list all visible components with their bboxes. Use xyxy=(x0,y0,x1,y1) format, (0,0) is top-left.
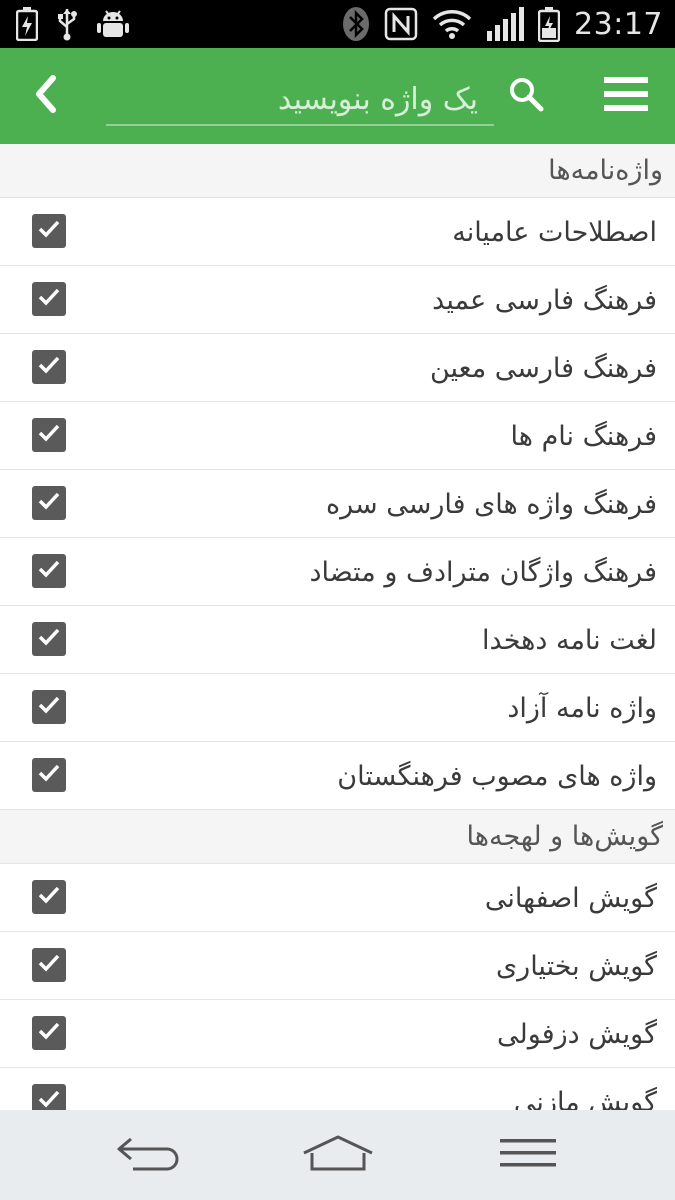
checkbox[interactable] xyxy=(32,554,66,588)
dictionary-list[interactable]: واژه‌نامه‌ها اصطلاحات عامیانه فرهنگ فارس… xyxy=(0,144,675,1110)
checkmark-icon xyxy=(36,352,62,382)
checkbox[interactable] xyxy=(32,690,66,724)
usb-icon xyxy=(56,7,78,41)
checkbox[interactable] xyxy=(32,948,66,982)
list-item[interactable]: فرهنگ فارسی معین xyxy=(0,334,675,402)
item-label: گویش بختیاری xyxy=(496,950,657,982)
item-label: فرهنگ فارسی عمید xyxy=(432,284,657,316)
section-header-dictionaries: واژه‌نامه‌ها xyxy=(0,144,675,198)
menu-button[interactable] xyxy=(595,70,657,122)
item-label: فرهنگ فارسی معین xyxy=(429,352,657,384)
checkmark-icon xyxy=(36,692,62,722)
list-item[interactable]: فرهنگ فارسی عمید xyxy=(0,266,675,334)
list-item[interactable]: گویش بختیاری xyxy=(0,932,675,1000)
checkmark-icon xyxy=(36,488,62,518)
clock: 23:17 xyxy=(574,6,663,42)
list-item[interactable]: گویش اصفهانی xyxy=(0,864,675,932)
search-icon xyxy=(508,76,544,116)
list-item[interactable]: واژه نامه آزاد xyxy=(0,674,675,742)
checkmark-icon xyxy=(36,950,62,980)
list-item[interactable]: اصطلاحات عامیانه xyxy=(0,198,675,266)
item-label: فرهنگ نام ها xyxy=(510,420,657,452)
checkbox[interactable] xyxy=(32,622,66,656)
list-item[interactable]: لغت نامه دهخدا xyxy=(0,606,675,674)
back-button[interactable] xyxy=(20,70,72,122)
search-button[interactable] xyxy=(500,70,552,122)
search-input[interactable] xyxy=(106,74,494,126)
list-item[interactable]: فرهنگ نام ها xyxy=(0,402,675,470)
menu-icon xyxy=(602,74,650,118)
checkmark-icon xyxy=(36,760,62,790)
checkbox[interactable] xyxy=(32,214,66,248)
checkmark-icon xyxy=(36,284,62,314)
checkmark-icon xyxy=(36,882,62,912)
nav-menu-button[interactable] xyxy=(488,1130,568,1180)
checkmark-icon xyxy=(36,624,62,654)
checkbox[interactable] xyxy=(32,1084,66,1110)
checkbox[interactable] xyxy=(32,758,66,792)
home-icon xyxy=(300,1133,376,1177)
bluetooth-icon xyxy=(342,6,370,42)
checkmark-icon xyxy=(36,556,62,586)
checkmark-icon xyxy=(36,420,62,450)
back-chevron-icon xyxy=(31,74,61,118)
status-bar: 23:17 xyxy=(0,0,675,48)
list-item[interactable]: واژه های مصوب فرهنگستان xyxy=(0,742,675,810)
item-label: فرهنگ واژگان مترادف و متضاد xyxy=(309,556,657,588)
back-icon xyxy=(113,1133,183,1177)
android-debug-icon xyxy=(96,7,130,41)
item-label: واژه نامه آزاد xyxy=(507,692,657,724)
checkbox[interactable] xyxy=(32,350,66,384)
list-item[interactable]: گویش دزفولی xyxy=(0,1000,675,1068)
item-label: گویش مازنی xyxy=(513,1086,657,1111)
section-header-dialects: گویش‌ها و لهجه‌ها xyxy=(0,810,675,864)
battery-charging-icon xyxy=(16,7,38,41)
nav-back-button[interactable] xyxy=(108,1130,188,1180)
signal-icon xyxy=(486,7,525,41)
wifi-icon xyxy=(432,8,472,40)
checkmark-icon xyxy=(36,1086,62,1110)
item-label: فرهنگ واژه های فارسی سره xyxy=(326,488,657,520)
item-label: لغت نامه دهخدا xyxy=(482,624,657,656)
item-label: اصطلاحات عامیانه xyxy=(452,216,657,248)
item-label: گویش اصفهانی xyxy=(484,882,657,914)
battery-icon xyxy=(538,6,561,42)
recent-apps-icon xyxy=(496,1135,560,1175)
checkmark-icon xyxy=(36,216,62,246)
item-label: واژه های مصوب فرهنگستان xyxy=(337,760,657,792)
screen: 23:17 واژه‌نامه‌ها اصطلاحات عامیانه xyxy=(0,0,675,1200)
nfc-icon xyxy=(384,7,418,41)
list-item[interactable]: فرهنگ واژه های فارسی سره xyxy=(0,470,675,538)
navigation-bar xyxy=(0,1110,675,1200)
checkbox[interactable] xyxy=(32,418,66,452)
list-item[interactable]: فرهنگ واژگان مترادف و متضاد xyxy=(0,538,675,606)
item-label: گویش دزفولی xyxy=(497,1018,657,1050)
checkbox[interactable] xyxy=(32,880,66,914)
nav-home-button[interactable] xyxy=(298,1130,378,1180)
list-item[interactable]: گویش مازنی xyxy=(0,1068,675,1110)
checkmark-icon xyxy=(36,1018,62,1048)
checkbox[interactable] xyxy=(32,486,66,520)
app-bar xyxy=(0,48,675,144)
checkbox[interactable] xyxy=(32,1016,66,1050)
checkbox[interactable] xyxy=(32,282,66,316)
